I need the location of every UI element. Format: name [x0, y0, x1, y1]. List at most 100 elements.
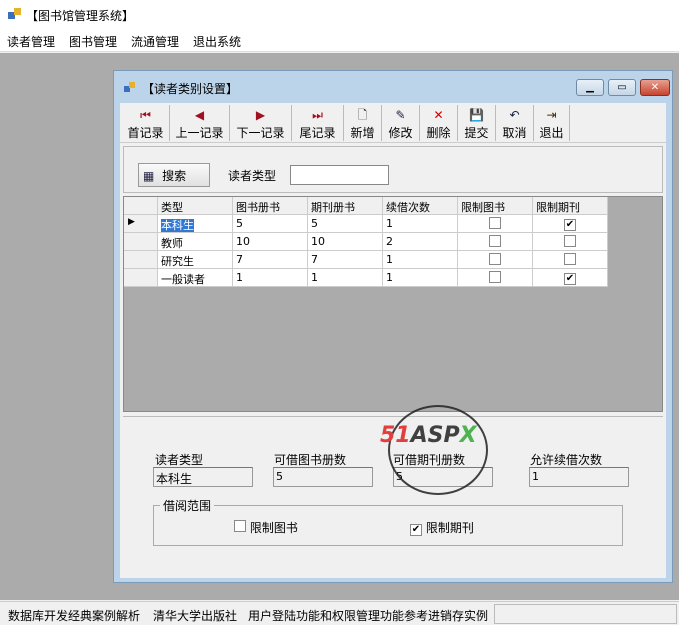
grid-cell-type[interactable]: 研究生: [158, 251, 233, 269]
menu-exit[interactable]: 退出系统: [186, 30, 248, 50]
cell-text: 10: [236, 235, 250, 248]
child-title: 【读者类别设置】: [142, 82, 239, 96]
cell-text: 10: [311, 235, 325, 248]
detail-type-field[interactable]: 本科生: [153, 467, 253, 487]
toolbar-button-new-document[interactable]: 🗋 新增: [344, 105, 382, 141]
column-header[interactable]: 限制期刊: [533, 197, 608, 215]
grid-cell-limit_books[interactable]: [458, 233, 533, 251]
toolbar-button-exit-door[interactable]: ⇥ 退出: [534, 105, 570, 141]
minimize-button[interactable]: ▁: [576, 79, 604, 96]
search-input[interactable]: [290, 165, 389, 185]
grid-cell-limit_journals[interactable]: [533, 233, 608, 251]
search-panel: ▦ 搜索 读者类型: [123, 146, 663, 193]
toolbar-button-label: 尾记录: [299, 126, 336, 140]
cell-text: 5: [311, 217, 318, 230]
grid-cell-limit_books[interactable]: [458, 215, 533, 233]
status-publisher: 清华大学出版社: [153, 609, 238, 623]
detail-books-label: 可借图书册数: [274, 453, 347, 467]
close-button[interactable]: ✕: [640, 79, 670, 96]
cell-text: 1: [386, 271, 393, 284]
toolbar-button-first-record[interactable]: ⏮ 首记录: [122, 105, 170, 141]
grid-checkbox[interactable]: [489, 235, 501, 247]
column-header[interactable]: 图书册书: [233, 197, 308, 215]
save-icon: 💾: [469, 108, 484, 122]
grid-cell-books[interactable]: 5: [233, 215, 308, 233]
status-panel-empty: [494, 604, 677, 624]
toolbar-button-prev-record[interactable]: ◀ 上一记录: [170, 105, 230, 141]
toolbar-button-save[interactable]: 💾 提交: [458, 105, 496, 141]
grid-cell-books[interactable]: 7: [233, 251, 308, 269]
cell-text: 本科生: [161, 219, 194, 232]
toolbar-button-label: 上一记录: [175, 126, 224, 140]
next-record-icon: ▶: [255, 108, 266, 122]
toolbar-button-next-record[interactable]: ▶ 下一记录: [230, 105, 292, 141]
column-header[interactable]: 类型: [158, 197, 233, 215]
cell-text: 7: [236, 253, 243, 266]
limit-books-box[interactable]: [234, 520, 246, 532]
grid-cell-renew[interactable]: 1: [383, 215, 458, 233]
grid-cell-type[interactable]: 本科生: [158, 215, 233, 233]
cell-text: 5: [236, 217, 243, 230]
row-header[interactable]: [124, 233, 158, 251]
cell-text: 1: [236, 271, 243, 284]
menu-books[interactable]: 图书管理: [62, 30, 124, 50]
grid-cell-limit_journals[interactable]: ✔: [533, 269, 608, 287]
toolbar-button-label: 下一记录: [236, 126, 285, 140]
grid-cell-limit_books[interactable]: [458, 269, 533, 287]
status-note: 用户登陆功能和权限管理功能参考进销存实例: [248, 609, 489, 623]
menu-reader[interactable]: 读者管理: [0, 30, 62, 50]
toolbar-button-last-record[interactable]: ⏭ 尾记录: [292, 105, 344, 141]
grid-cell-type[interactable]: 教师: [158, 233, 233, 251]
column-header[interactable]: 期刊册书: [308, 197, 383, 215]
column-header[interactable]: 续借次数: [383, 197, 458, 215]
cell-text: 研究生: [161, 255, 194, 268]
cell-text: 一般读者: [161, 273, 205, 286]
grid-cell-renew[interactable]: 1: [383, 251, 458, 269]
toolbar-button-edit[interactable]: ✎ 修改: [382, 105, 420, 141]
cell-text: 1: [386, 253, 393, 266]
limit-journals-checkbox[interactable]: ✔ 限制期刊: [410, 519, 474, 536]
undo-icon: ↶: [509, 108, 520, 122]
grid-checkbox[interactable]: [489, 217, 501, 229]
detail-books-field[interactable]: 5: [273, 467, 373, 487]
grid-cell-journals[interactable]: 5: [308, 215, 383, 233]
grid-checkbox[interactable]: ✔: [564, 219, 576, 231]
grid-cell-type[interactable]: 一般读者: [158, 269, 233, 287]
grid-cell-limit_books[interactable]: [458, 251, 533, 269]
limit-books-checkbox[interactable]: 限制图书: [234, 519, 298, 536]
grid-cell-renew[interactable]: 2: [383, 233, 458, 251]
row-header[interactable]: ▶: [124, 215, 158, 233]
grid-cell-limit_journals[interactable]: [533, 251, 608, 269]
toolbar-button-undo[interactable]: ↶ 取消: [496, 105, 534, 141]
grid-cell-journals[interactable]: 1: [308, 269, 383, 287]
edit-icon: ✎: [395, 108, 406, 122]
status-book: 数据库开发经典案例解析: [8, 609, 141, 623]
grid-checkbox[interactable]: [489, 253, 501, 265]
grid-checkbox[interactable]: [564, 253, 576, 265]
restore-button[interactable]: ▭: [608, 79, 636, 96]
grid-cell-books[interactable]: 1: [233, 269, 308, 287]
limit-journals-box[interactable]: ✔: [410, 524, 422, 536]
child-title-bar[interactable]: 【读者类别设置】 ▁ ▭ ✕: [114, 71, 672, 103]
grid-cell-books[interactable]: 10: [233, 233, 308, 251]
app-title-bar: 【图书馆管理系统】: [0, 0, 679, 30]
search-button[interactable]: ▦ 搜索: [138, 163, 210, 187]
toolbar-button-delete[interactable]: ✕ 删除: [420, 105, 458, 141]
grid-checkbox[interactable]: [489, 271, 501, 283]
toolbar-button-label: 退出: [539, 126, 564, 140]
grid-checkbox[interactable]: [564, 235, 576, 247]
detail-renew-field[interactable]: 1: [529, 467, 629, 487]
grid-checkbox[interactable]: ✔: [564, 273, 576, 285]
limit-journals-label: 限制期刊: [425, 521, 474, 535]
column-header[interactable]: 限制图书: [458, 197, 533, 215]
grid-cell-limit_journals[interactable]: ✔: [533, 215, 608, 233]
cell-text: 教师: [161, 237, 183, 250]
row-header[interactable]: [124, 269, 158, 287]
grid-cell-renew[interactable]: 1: [383, 269, 458, 287]
row-header[interactable]: [124, 251, 158, 269]
search-icon: ▦: [143, 169, 155, 183]
menu-circulation[interactable]: 流通管理: [124, 30, 186, 50]
cell-text: 7: [311, 253, 318, 266]
grid-cell-journals[interactable]: 7: [308, 251, 383, 269]
grid-cell-journals[interactable]: 10: [308, 233, 383, 251]
